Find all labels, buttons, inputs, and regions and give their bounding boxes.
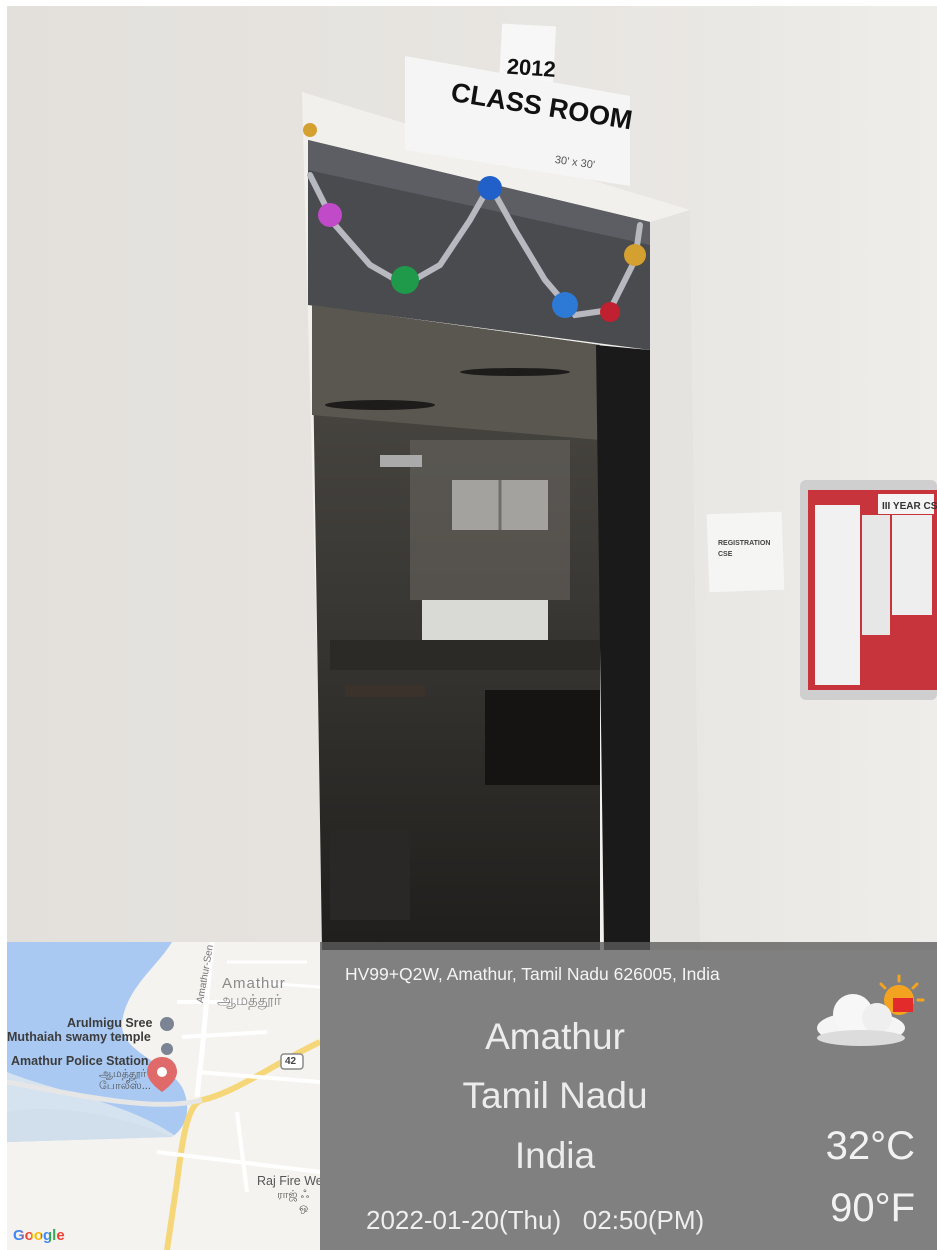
map-label-temple-1: Arulmigu Sree [67, 1016, 153, 1030]
location-info-panel: HV99+Q2W, Amathur, Tamil Nadu 626005, In… [320, 942, 937, 1250]
temperature-fahrenheit: 90°F [830, 1186, 915, 1230]
map-label-police: Amathur Police Station [11, 1054, 149, 1068]
map-thumbnail[interactable]: Amathur ஆமத்தூர் Arulmigu Sree Muthaiah … [7, 942, 320, 1250]
map-label-temple-2: Muthaiah swamy temple [7, 1030, 151, 1044]
address-line: HV99+Q2W, Amathur, Tamil Nadu 626005, In… [345, 964, 720, 984]
map-label-fire: Raj Fire We [257, 1174, 320, 1188]
state-name: Tamil Nadu [462, 1075, 648, 1116]
google-attribution: Google [13, 1227, 65, 1244]
city-name: Amathur [485, 1016, 625, 1057]
country-name: India [514, 1135, 596, 1176]
map-label-fire-ta-1: ராஜ் ஃ [277, 1189, 310, 1201]
map-label-town-ta: ஆமத்தூர் [217, 992, 282, 1009]
map-label-police-ta-2: போலீஸ்... [99, 1080, 151, 1092]
partly-cloudy-sun-icon [817, 974, 925, 1046]
map-label-town-en: Amathur [222, 975, 286, 992]
date-time: 2022-01-20(Thu) 02:50(PM) [366, 1205, 705, 1235]
temperature-celsius: 32°C [825, 1124, 915, 1168]
map-route-shield: 42 [285, 1056, 297, 1067]
google-logo: Google [13, 1227, 65, 1244]
map-label-fire-ta-2: ஒ [299, 1202, 309, 1214]
